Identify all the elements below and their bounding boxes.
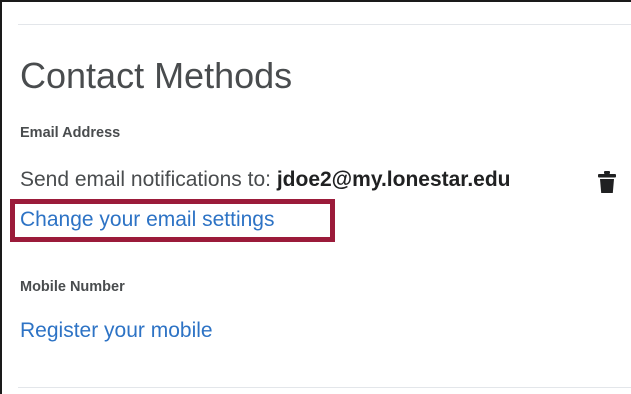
trash-icon[interactable] <box>597 170 617 194</box>
email-address-label: Email Address <box>20 125 121 141</box>
top-divider <box>18 24 631 25</box>
contact-methods-panel: Contact Methods Email Address Send email… <box>0 0 631 394</box>
mobile-number-label: Mobile Number <box>20 279 125 295</box>
change-email-settings-link[interactable]: Change your email settings <box>20 207 274 233</box>
email-notification-line: Send email notifications to: jdoe2@my.lo… <box>20 167 510 193</box>
register-mobile-link[interactable]: Register your mobile <box>20 318 213 344</box>
bottom-divider <box>18 387 631 388</box>
notification-prefix: Send email notifications to: <box>20 168 271 191</box>
page-title: Contact Methods <box>20 55 293 96</box>
email-address-value: jdoe2@my.lonestar.edu <box>276 168 511 191</box>
